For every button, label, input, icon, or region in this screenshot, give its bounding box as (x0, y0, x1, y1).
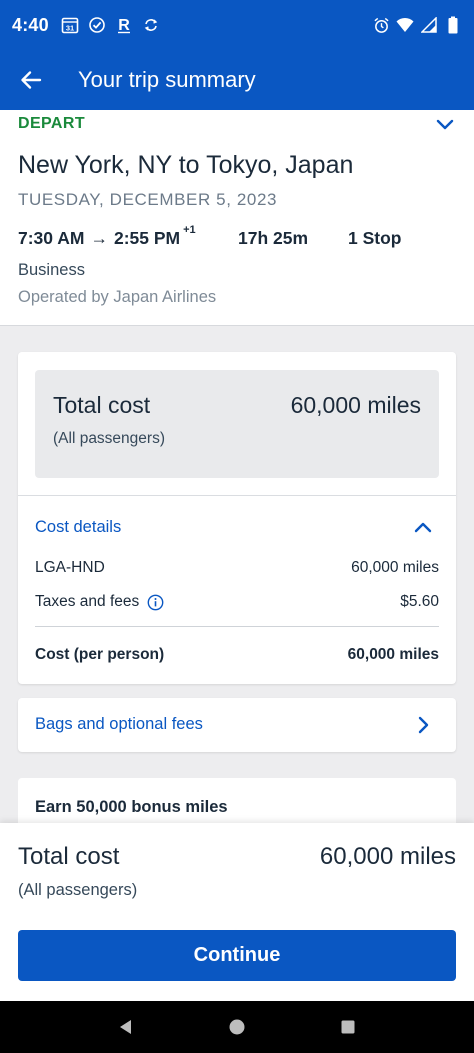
circle-home-icon (229, 1019, 245, 1035)
square-recents-icon (341, 1020, 355, 1034)
r-brand-icon: R (115, 16, 133, 34)
battery-icon (444, 16, 462, 34)
chevron-right-icon (412, 714, 434, 736)
depart-label: DEPART (18, 115, 85, 132)
nav-home-button[interactable] (225, 1015, 249, 1039)
collapse-trip-button[interactable] (434, 114, 456, 136)
cost-per-person-row: Cost (per person) 60,000 miles (35, 646, 439, 664)
arrow-left-icon (21, 71, 42, 89)
day-offset: +1 (183, 224, 196, 236)
system-nav-bar (0, 1001, 474, 1053)
page-title: Your trip summary (78, 67, 256, 92)
calendar-day-text: 31 (66, 23, 74, 32)
trip-date: TUESDAY, DECEMBER 5, 2023 (18, 190, 278, 209)
check-circle-icon (88, 16, 106, 34)
bottom-total-subtitle: (All passengers) (18, 881, 138, 899)
cost-row-segment: LGA-HND 60,000 miles (35, 559, 439, 577)
cost-row-value: $5.60 (400, 593, 439, 610)
chevron-down-icon (436, 119, 454, 130)
bottom-total-value: 60,000 miles (319, 843, 456, 870)
cost-row-value: 60,000 miles (351, 559, 439, 576)
continue-button[interactable]: Continue (18, 930, 456, 981)
cost-per-person-value: 60,000 miles (347, 646, 439, 663)
status-bar: 4:40 31 R (0, 0, 474, 50)
trip-summary-card: DEPART New York, NY to Tokyo, Japan TUES… (0, 110, 474, 326)
wifi-icon (396, 16, 414, 34)
cost-row-taxes: Taxes and fees $5.60 (35, 593, 439, 611)
sync-icon (142, 16, 160, 34)
cost-card: Total cost 60,000 miles (All passengers)… (18, 352, 456, 684)
nav-back-button[interactable] (114, 1015, 138, 1039)
bags-and-fees-label: Bags and optional fees (35, 715, 203, 733)
svg-text:R: R (118, 17, 130, 34)
back-button[interactable] (16, 65, 46, 95)
time-arrow: → (90, 228, 108, 248)
bonus-miles-label: Earn 50,000 bonus miles (35, 798, 228, 816)
total-cost-box: Total cost 60,000 miles (All passengers) (35, 370, 439, 478)
chevron-up-icon (414, 522, 432, 533)
total-cost-subtitle: (All passengers) (53, 430, 165, 447)
alarm-icon (372, 16, 390, 34)
total-cost-label: Total cost (53, 392, 151, 418)
cost-details-collapse-button[interactable] (412, 516, 434, 538)
operated-by: Operated by Japan Airlines (18, 288, 217, 306)
bottom-summary-bar: Total cost 60,000 miles (All passengers)… (0, 823, 474, 1001)
cost-row-label: LGA-HND (35, 559, 105, 576)
cost-row-label: Taxes and fees (35, 593, 140, 610)
calendar-icon: 31 (61, 16, 79, 34)
divider (35, 626, 439, 627)
flight-duration: 17h 25m (238, 228, 309, 248)
info-icon[interactable] (147, 594, 164, 611)
depart-time: 7:30 AM (18, 228, 85, 248)
arrive-time: 2:55 PM (113, 228, 181, 248)
triangle-back-icon (119, 1020, 131, 1034)
bottom-total-label: Total cost (18, 843, 120, 870)
cost-per-person-label: Cost (per person) (35, 646, 165, 663)
divider (18, 495, 456, 496)
trip-route: New York, NY to Tokyo, Japan (18, 151, 354, 179)
signal-icon (420, 16, 438, 34)
cost-details-toggle[interactable]: Cost details (35, 518, 121, 537)
nav-recents-button[interactable] (336, 1015, 360, 1039)
total-cost-value: 60,000 miles (290, 392, 421, 418)
app-bar: Your trip summary (0, 50, 474, 110)
bags-and-fees-link[interactable]: Bags and optional fees (18, 698, 456, 752)
flight-stops: 1 Stop (348, 228, 402, 248)
flight-times: 7:30 AM → 2:55 PM +1 (18, 224, 196, 249)
status-time: 4:40 (12, 14, 49, 35)
cabin-class: Business (18, 261, 85, 279)
